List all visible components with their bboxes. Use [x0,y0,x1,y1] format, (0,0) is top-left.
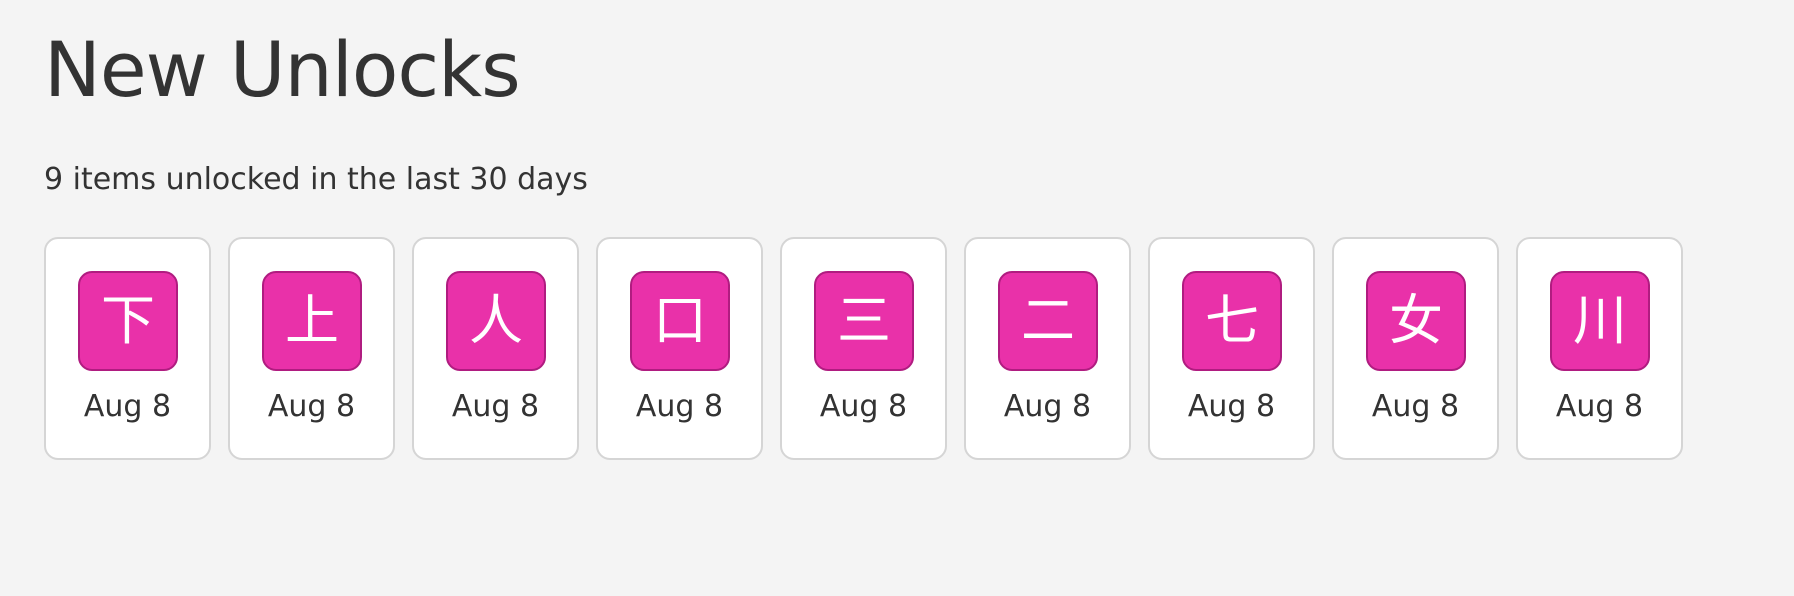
unlock-date: Aug 8 [819,389,908,424]
unlock-date: Aug 8 [1003,389,1092,424]
unlocked-item-card[interactable]: 二 Aug 8 [964,237,1131,460]
unlocked-item-card[interactable]: 七 Aug 8 [1148,237,1315,460]
kanji-tile[interactable]: 口 [630,271,730,371]
unlocked-item-card[interactable]: 上 Aug 8 [228,237,395,460]
kanji-tile[interactable]: 七 [1182,271,1282,371]
unlock-date: Aug 8 [267,389,356,424]
kanji-tile[interactable]: 三 [814,271,914,371]
kanji-tile[interactable]: 女 [1366,271,1466,371]
kanji-tile[interactable]: 上 [262,271,362,371]
unlock-date: Aug 8 [451,389,540,424]
unlocked-item-card[interactable]: 口 Aug 8 [596,237,763,460]
kanji-tile[interactable]: 人 [446,271,546,371]
unlocked-item-card[interactable]: 人 Aug 8 [412,237,579,460]
unlock-date: Aug 8 [1555,389,1644,424]
unlock-date: Aug 8 [635,389,724,424]
unlocked-item-card[interactable]: 川 Aug 8 [1516,237,1683,460]
kanji-tile[interactable]: 下 [78,271,178,371]
unlock-summary: 9 items unlocked in the last 30 days [44,162,588,197]
unlock-date: Aug 8 [1371,389,1460,424]
unlocked-item-card[interactable]: 三 Aug 8 [780,237,947,460]
kanji-tile[interactable]: 二 [998,271,1098,371]
unlock-date: Aug 8 [1187,389,1276,424]
page-title: New Unlocks [44,25,521,114]
unlocked-item-card[interactable]: 下 Aug 8 [44,237,211,460]
unlocked-item-card[interactable]: 女 Aug 8 [1332,237,1499,460]
unlocked-items-list: 下 Aug 8 上 Aug 8 人 Aug 8 口 Aug 8 三 Aug 8 … [44,237,1683,460]
unlock-date: Aug 8 [83,389,172,424]
kanji-tile[interactable]: 川 [1550,271,1650,371]
